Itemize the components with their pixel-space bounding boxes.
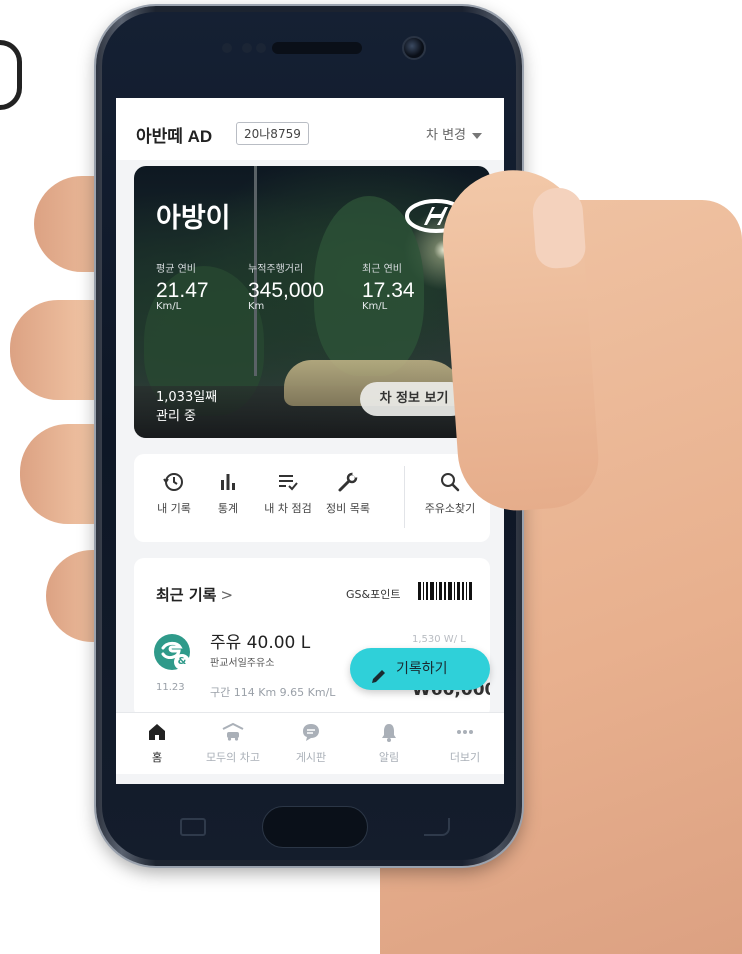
more-dots-icon [430,721,500,745]
car-hero-card: 아방이 평균 연비 21.47 Km/L 누적주행거리 345,000 Km 최… [134,166,490,438]
gs-caltex-icon: & [154,634,190,670]
quick-item-label: 내 차 점검 [264,502,312,515]
recent-records-title: 최근 기록 [156,586,217,604]
add-record-button[interactable]: 기록하기 [350,648,490,690]
stat-unit: Km/L [156,301,182,312]
garage-car-icon [198,721,268,745]
bell-icon [354,721,424,745]
quick-item-label: 주유소찾기 [424,502,476,515]
stat-label: 평균 연비 [156,264,196,275]
plate-number-badge: 20나8759 [236,122,309,145]
back-button[interactable] [424,818,450,836]
home-icon [122,721,192,745]
phone-bezel: 아반떼 AD 20나8759 차 변경 아방이 평균 연비 21.47 Km/L… [102,12,516,860]
stat-value: 17.34 [362,279,415,302]
front-camera [402,36,426,60]
caret-down-icon [472,132,482,139]
add-record-label: 기록하기 [396,661,448,677]
change-car-button[interactable]: 차 변경 [426,124,482,143]
quick-item-label: 정비 목록 [326,502,370,515]
nav-label: 모두의 차고 [205,751,261,764]
gs-point-badge: & [174,654,190,670]
nav-item-board[interactable]: 게시판 [276,721,346,765]
record-station-name: 판교서일주유소 [210,658,275,669]
quick-item-statistics[interactable]: 통계 [198,470,258,516]
car-nickname: 아방이 [156,203,231,234]
bottom-navigation: 홈 모두의 차고 게시판 알림 더보기 [116,712,504,774]
nav-item-more[interactable]: 더보기 [430,721,500,765]
nav-label: 더보기 [449,751,481,764]
thumb-nail [531,186,587,270]
stat-value: 345,000 [248,279,324,302]
stat-unit: Km [248,301,265,312]
stat-unit: Km/L [362,301,388,312]
earpiece-speaker [272,42,362,54]
sensor-dot [256,43,266,53]
stat-value: 21.47 [156,279,209,302]
record-date: 11.23 [156,682,185,693]
checklist-icon [258,470,318,494]
managed-days: 1,033일째 관리 중 [156,388,217,426]
hardware-home-button[interactable] [262,806,368,848]
recent-apps-button[interactable] [180,818,206,836]
nav-label: 게시판 [295,751,327,764]
partial-logo-mark [0,40,22,110]
app-header: 아반떼 AD 20나8759 차 변경 [116,98,504,160]
car-info-button[interactable]: 차 정보 보기 [360,382,468,416]
record-fuel-amount: 주유 40.00 L [210,633,311,653]
stat-label: 누적주행거리 [248,264,304,275]
chat-bubble-icon [276,721,346,745]
recent-records-card: 최근 기록 > GS&포인트 & 11.23 주유 40.00 L 판교서일주유소… [134,558,490,718]
bar-chart-icon [198,470,258,494]
quick-item-car-check[interactable]: 내 차 점검 [258,470,318,516]
quick-item-my-records[interactable]: 내 기록 [144,470,204,516]
managed-days-count: 1,033일째 [156,390,218,405]
nav-label: 홈 [151,751,163,764]
barcode-icon[interactable] [418,582,472,600]
change-car-label: 차 변경 [425,128,466,143]
stat-recent-efficiency: 최근 연비 17.34 Km/L [362,260,415,312]
history-icon [144,470,204,494]
quick-item-maintenance-list[interactable]: 정비 목록 [318,470,378,516]
record-trip-info: 구간 114 Km 9.65 Km/L [210,686,336,699]
stat-label: 최근 연비 [362,264,402,275]
quick-item-label: 내 기록 [157,502,191,515]
chevron-right-icon: > [220,586,234,604]
nav-item-garage[interactable]: 모두의 차고 [198,721,268,765]
nav-label: 알림 [378,751,400,764]
record-unit-price: 1,530 W/ L [412,634,466,645]
car-model-title: 아반떼 AD [136,127,213,146]
managed-days-caption: 관리 중 [156,409,197,424]
sensor-dot [242,43,252,53]
pencil-icon [370,660,388,702]
nav-item-home[interactable]: 홈 [122,721,192,765]
wrench-icon [318,470,378,494]
nav-item-notifications[interactable]: 알림 [354,721,424,765]
quick-item-label: 통계 [217,502,239,515]
quick-menu-divider [404,466,405,528]
stat-total-distance: 누적주행거리 345,000 Km [248,260,324,312]
stat-average-efficiency: 평균 연비 21.47 Km/L [156,260,209,312]
recent-records-link[interactable]: 최근 기록 > [156,584,233,605]
app-screen: 아반떼 AD 20나8759 차 변경 아방이 평균 연비 21.47 Km/L… [116,98,504,784]
gs-point-label[interactable]: GS&포인트 [346,586,400,602]
quick-menu: 내 기록 통계 내 차 점검 정비 목록 주유소찾기 [134,454,490,542]
sensor-dot [222,43,232,53]
